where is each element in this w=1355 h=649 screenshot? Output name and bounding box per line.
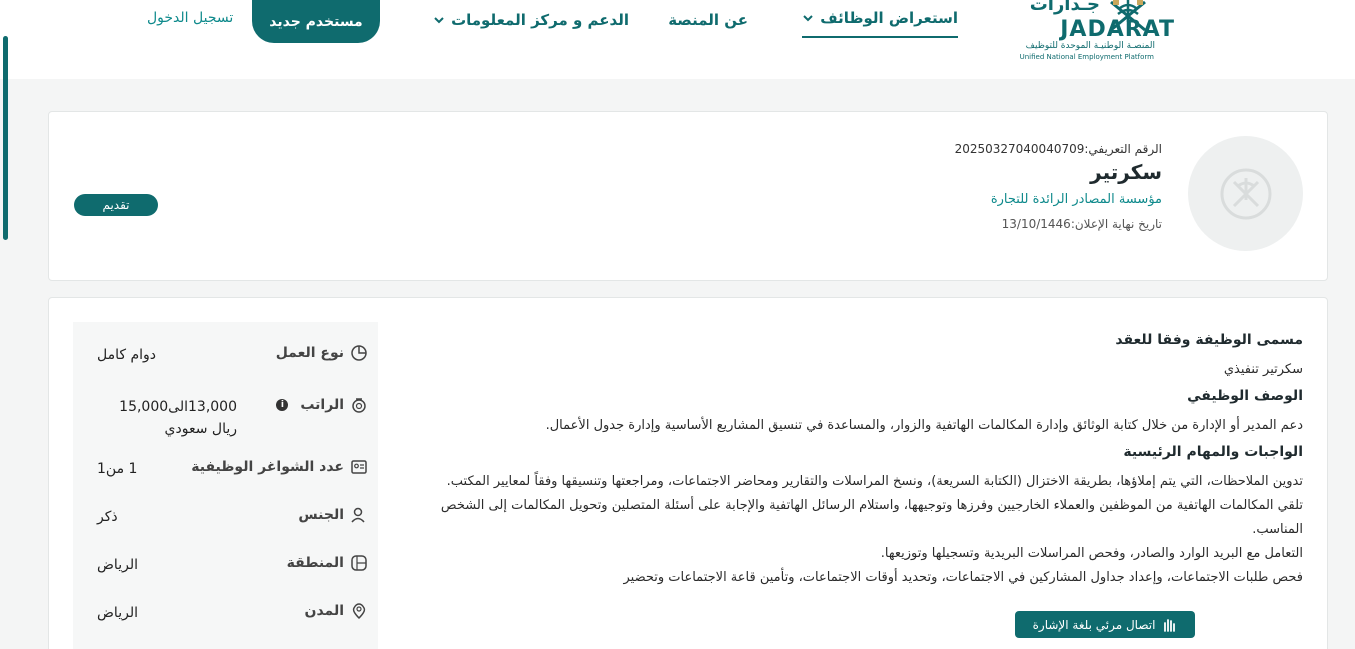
logo-tagline-ar: المنصـة الوطنيـة الموحدة للتوظيف (1025, 41, 1155, 51)
pie-chart-icon (351, 345, 367, 361)
salary-label: الراتب (300, 397, 344, 413)
nav-jobs-dropdown[interactable]: استعراض الوظائف (802, 0, 958, 38)
duty-item: تلقي المكالمات الهاتفية من الموظفين والع… (440, 498, 1303, 537)
job-reference-label: الرقم التعريفي: (1084, 142, 1162, 156)
logo-wordmark: JADARAT (1060, 17, 1175, 42)
detail-salary: الراتب i 13,000الى15,000 ريال سعودي (73, 396, 378, 446)
job-details-card: مسمى الوظيفة وفقا للعقد سكرتير تنفيذي ال… (48, 297, 1328, 649)
deadline-label: تاريخ نهاية الإعلان: (1070, 217, 1162, 231)
logo-arabic-text: جـدارات (1029, 0, 1100, 15)
deadline: تاريخ نهاية الإعلان:13/10/1446 (955, 217, 1162, 231)
job-description: مسمى الوظيفة وفقا للعقد سكرتير تنفيذي ال… (403, 332, 1303, 590)
duties-heading: الواجبات والمهام الرئيسية (1123, 444, 1303, 460)
company-name[interactable]: مؤسسة المصادر الرائدة للتجارة (955, 192, 1162, 207)
detail-region: المنطقة الرياض (73, 554, 378, 594)
city-label: المدن (304, 603, 344, 619)
login-link[interactable]: تسجيل الدخول (147, 10, 233, 26)
region-label: المنطقة (286, 555, 344, 571)
work-type-value: دوام كامل (97, 347, 157, 363)
jadarat-logo[interactable]: جـدارات JADARAT المنصـة الوطنيـة الموحدة… (1020, 0, 1255, 70)
vacancies-label: عدد الشواغر الوظيفية (191, 459, 344, 475)
job-header-card: الرقم التعريفي:20250327040040709 سكرتير … (48, 111, 1328, 281)
apply-button[interactable]: تقديم (74, 194, 158, 216)
company-avatar (1188, 136, 1303, 251)
saudi-emblem-icon (1220, 168, 1271, 219)
job-header-info: الرقم التعريفي:20250327040040709 سكرتير … (955, 142, 1162, 231)
location-pin-icon (352, 603, 366, 620)
money-bag-icon (352, 398, 366, 413)
chevron-down-icon (434, 17, 444, 24)
job-title: سكرتير (1090, 160, 1162, 184)
gender-label-group: الجنس (298, 506, 368, 524)
vacancies-value: 1 من1 (97, 461, 138, 477)
scrollbar-thumb[interactable] (3, 36, 8, 240)
hand-sign-icon (1164, 618, 1176, 632)
duties-list: تدوين الملاحظات، التي يتم إملاؤها، بطريق… (403, 470, 1303, 590)
contract-title: سكرتير تنفيذي (1223, 362, 1303, 377)
top-navigation-bar: جـدارات JADARAT المنصـة الوطنيـة الموحدة… (0, 0, 1355, 79)
new-user-button[interactable]: مستخدم جديد (252, 0, 380, 43)
city-value: الرياض (97, 605, 138, 621)
nav-about-label: عن المنصة (668, 11, 748, 29)
info-icon[interactable]: i (276, 399, 289, 411)
region-value: الرياض (97, 557, 138, 573)
contract-title-heading: مسمى الوظيفة وفقا للعقد (1115, 332, 1303, 348)
duty-item: فحص طلبات الاجتماعات، وإعداد جداول المشا… (623, 570, 1303, 585)
detail-vacancies: عدد الشواغر الوظيفية 1 من1 (73, 458, 378, 498)
sign-language-label: اتصال مرئي بلغة الإشارة (1032, 617, 1156, 632)
region-label-group: المنطقة (287, 554, 368, 572)
id-card-icon (351, 460, 367, 474)
deadline-value: 13/10/1446 (1001, 217, 1071, 231)
salary-value: 13,000الى15,000 ريال سعودي (119, 399, 237, 437)
chevron-down-icon (803, 15, 813, 22)
logo-tagline-en: Unified National Employment Platform (1019, 53, 1154, 61)
detail-city: المدن الرياض (73, 602, 378, 642)
job-reference-value: 20250327040040709 (954, 142, 1085, 156)
vacancies-label-group: عدد الشواغر الوظيفية (191, 458, 368, 476)
map-icon (351, 555, 367, 571)
duty-item: تدوين الملاحظات، التي يتم إملاؤها، بطريق… (446, 474, 1303, 489)
duty-item: التعامل مع البريد الوارد والصادر، وفحص ا… (880, 546, 1303, 561)
city-label-group: المدن (305, 602, 368, 620)
salary-label-group: الراتب i (276, 396, 368, 414)
nav-support-label: الدعم و مركز المعلومات (451, 11, 629, 29)
detail-work-type: نوع العمل دوام كامل (73, 344, 378, 384)
work-type-label: نوع العمل (275, 345, 344, 361)
gender-label: الجنس (298, 507, 344, 523)
sign-language-button[interactable]: اتصال مرئي بلغة الإشارة (1015, 611, 1195, 638)
nav-jobs-label: استعراض الوظائف (820, 9, 958, 27)
summary-text: دعم المدير أو الإدارة من خلال كتابة الوث… (545, 418, 1303, 433)
work-type-label-group: نوع العمل (276, 344, 368, 362)
job-details-sidebar: نوع العمل دوام كامل الراتب i 13,000الى15… (73, 322, 378, 649)
nav-about[interactable]: عن المنصة (668, 0, 748, 40)
gender-value: ذكر (97, 509, 118, 525)
user-icon (351, 507, 365, 523)
summary-heading: الوصف الوظيفي (1187, 388, 1303, 404)
nav-support-dropdown[interactable]: الدعم و مركز المعلومات (433, 0, 629, 40)
detail-gender: الجنس ذكر (73, 506, 378, 546)
job-reference: الرقم التعريفي:20250327040040709 (955, 142, 1162, 156)
